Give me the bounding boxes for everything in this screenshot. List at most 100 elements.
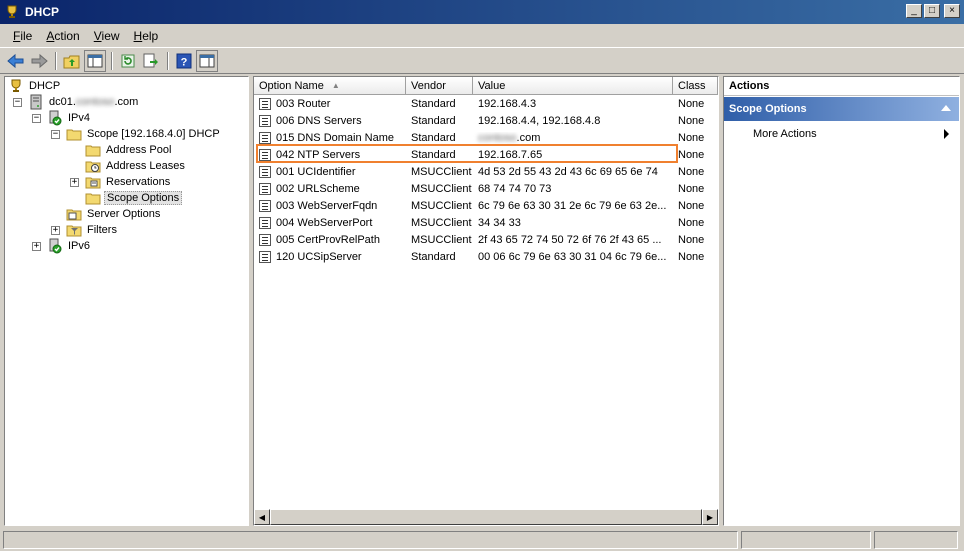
ipv4-status-icon (47, 110, 63, 126)
actions-group-scope-options[interactable]: Scope Options (724, 97, 959, 121)
list-body: 003 Router Standard 192.168.4.3 None 006… (254, 95, 718, 265)
back-icon (7, 53, 24, 68)
back-button[interactable] (5, 50, 27, 72)
minimize-icon: _ (911, 5, 917, 16)
export-list-button[interactable] (140, 50, 162, 72)
scroll-right-icon: ▶ (706, 512, 714, 522)
more-actions-item[interactable]: More Actions (724, 125, 959, 143)
collapse-server-toggle[interactable]: − (13, 98, 22, 107)
tree-node-reservations[interactable]: Reservations (85, 174, 172, 190)
toolbar-separator (167, 51, 169, 70)
tree-label: dc01.contoso.com (49, 96, 139, 108)
column-header-value[interactable]: Value (473, 77, 673, 95)
scroll-left-button[interactable]: ◀ (254, 509, 270, 525)
option-icon (259, 250, 271, 263)
tree-node-ipv4[interactable]: IPv4 (47, 110, 92, 126)
highlight-annotation-box (256, 144, 678, 163)
tree-label: Scope [192.168.4.0] DHCP (87, 128, 220, 140)
submenu-arrow-icon (944, 129, 949, 139)
tree-label: Scope Options (104, 191, 183, 205)
maximize-icon: □ (928, 5, 936, 16)
menu-file[interactable]: File (6, 29, 39, 43)
tree-node-dhcp[interactable]: DHCP (8, 78, 62, 94)
show-hide-action-pane-button[interactable] (196, 49, 218, 72)
console-tree[interactable]: DHCP − dc01.contoso.com − IPv4 − Scope [… (4, 76, 249, 526)
tree-node-address-leases[interactable]: Address Leases (85, 158, 187, 174)
tree-node-server[interactable]: dc01.contoso.com (28, 94, 140, 110)
tree-label: IPv6 (68, 240, 91, 252)
folder-icon (66, 126, 82, 142)
close-button[interactable]: × (944, 4, 960, 18)
horizontal-scrollbar[interactable]: ◀ ▶ (254, 509, 718, 525)
export-list-icon (143, 53, 158, 67)
show-hide-console-tree-button[interactable] (84, 49, 106, 72)
column-header-option-name[interactable]: Option Name ▲ (254, 77, 406, 95)
options-list-view[interactable]: Option Name ▲ Vendor Value Class 003 Rou… (253, 76, 719, 526)
tree-node-scope-options[interactable]: Scope Options (85, 190, 183, 206)
collapse-ipv4-toggle[interactable]: − (32, 114, 41, 123)
help-icon: ? (176, 53, 192, 68)
dhcp-trophy-icon (8, 78, 24, 94)
tree-label: Filters (87, 224, 117, 236)
option-icon (259, 199, 271, 212)
table-row[interactable]: 120 UCSipServer Standard 00 06 6c 79 6e … (254, 248, 718, 265)
menu-bar: File Action View Help (0, 25, 964, 46)
tree-label: Address Pool (106, 144, 172, 156)
folder-icon (85, 142, 101, 158)
table-row[interactable]: 003 Router Standard 192.168.4.3 None (254, 95, 718, 112)
folder-icon (85, 190, 101, 206)
tree-label: Address Leases (106, 160, 185, 172)
ipv6-status-icon (47, 238, 63, 254)
tree-node-ipv6[interactable]: IPv6 (47, 238, 92, 254)
tree-node-filters[interactable]: Filters (66, 222, 119, 238)
table-row[interactable]: 004 WebServerPort MSUCClient 34 34 33 No… (254, 214, 718, 231)
option-icon (259, 233, 271, 246)
tree-node-address-pool[interactable]: Address Pool (85, 142, 173, 158)
table-row[interactable]: 003 WebServerFqdn MSUCClient 6c 79 6e 63… (254, 197, 718, 214)
lease-clock-folder-icon (85, 158, 101, 174)
collapse-up-icon[interactable] (941, 105, 951, 111)
window-title: DHCP (25, 5, 60, 19)
tree-label: DHCP (29, 80, 61, 92)
forward-button[interactable] (28, 50, 50, 72)
table-row[interactable]: 005 CertProvRelPath MSUCClient 2f 43 65 … (254, 231, 718, 248)
status-bar (0, 529, 964, 551)
menu-view[interactable]: View (87, 29, 127, 43)
filter-icon (66, 222, 82, 238)
tree-label: IPv4 (68, 112, 91, 124)
scrollbar-thumb[interactable] (270, 509, 702, 525)
minimize-button[interactable]: _ (906, 4, 922, 18)
column-header-class[interactable]: Class (673, 77, 718, 95)
title-bar[interactable]: DHCP _ □ × (0, 0, 964, 24)
option-icon (259, 114, 271, 127)
refresh-button[interactable] (117, 50, 139, 72)
expand-reservations-toggle[interactable]: + (70, 178, 79, 187)
status-cell-main (3, 531, 738, 549)
option-icon (259, 182, 271, 195)
table-row[interactable]: 001 UCIdentifier MSUCClient 4d 53 2d 55 … (254, 163, 718, 180)
scroll-left-icon: ◀ (258, 512, 266, 522)
up-one-level-button[interactable] (61, 50, 83, 72)
show-hide-console-tree-icon (87, 54, 103, 67)
tree-node-scope[interactable]: Scope [192.168.4.0] DHCP (66, 126, 222, 142)
expand-ipv6-toggle[interactable]: + (32, 242, 41, 251)
menu-help[interactable]: Help (127, 29, 166, 43)
menu-action[interactable]: Action (39, 29, 86, 43)
forward-icon (31, 53, 48, 68)
dhcp-trophy-icon (4, 4, 20, 20)
tree-label: Server Options (87, 208, 161, 220)
expand-filters-toggle[interactable]: + (51, 226, 60, 235)
collapse-scope-toggle[interactable]: − (51, 130, 60, 139)
table-row[interactable]: 006 DNS Servers Standard 192.168.4.4, 19… (254, 112, 718, 129)
help-button[interactable]: ? (173, 50, 195, 72)
maximize-button[interactable]: □ (924, 4, 940, 18)
column-header-vendor[interactable]: Vendor (406, 77, 473, 95)
scroll-right-button[interactable]: ▶ (702, 509, 718, 525)
option-icon (259, 131, 271, 144)
sort-ascending-icon: ▲ (331, 81, 340, 90)
tree-node-server-options[interactable]: Server Options (66, 206, 162, 222)
table-row[interactable]: 002 URLScheme MSUCClient 68 74 74 70 73 … (254, 180, 718, 197)
actions-pane: Actions Scope Options More Actions (723, 76, 960, 526)
reservations-folder-icon (85, 174, 101, 190)
up-folder-icon (63, 55, 80, 68)
